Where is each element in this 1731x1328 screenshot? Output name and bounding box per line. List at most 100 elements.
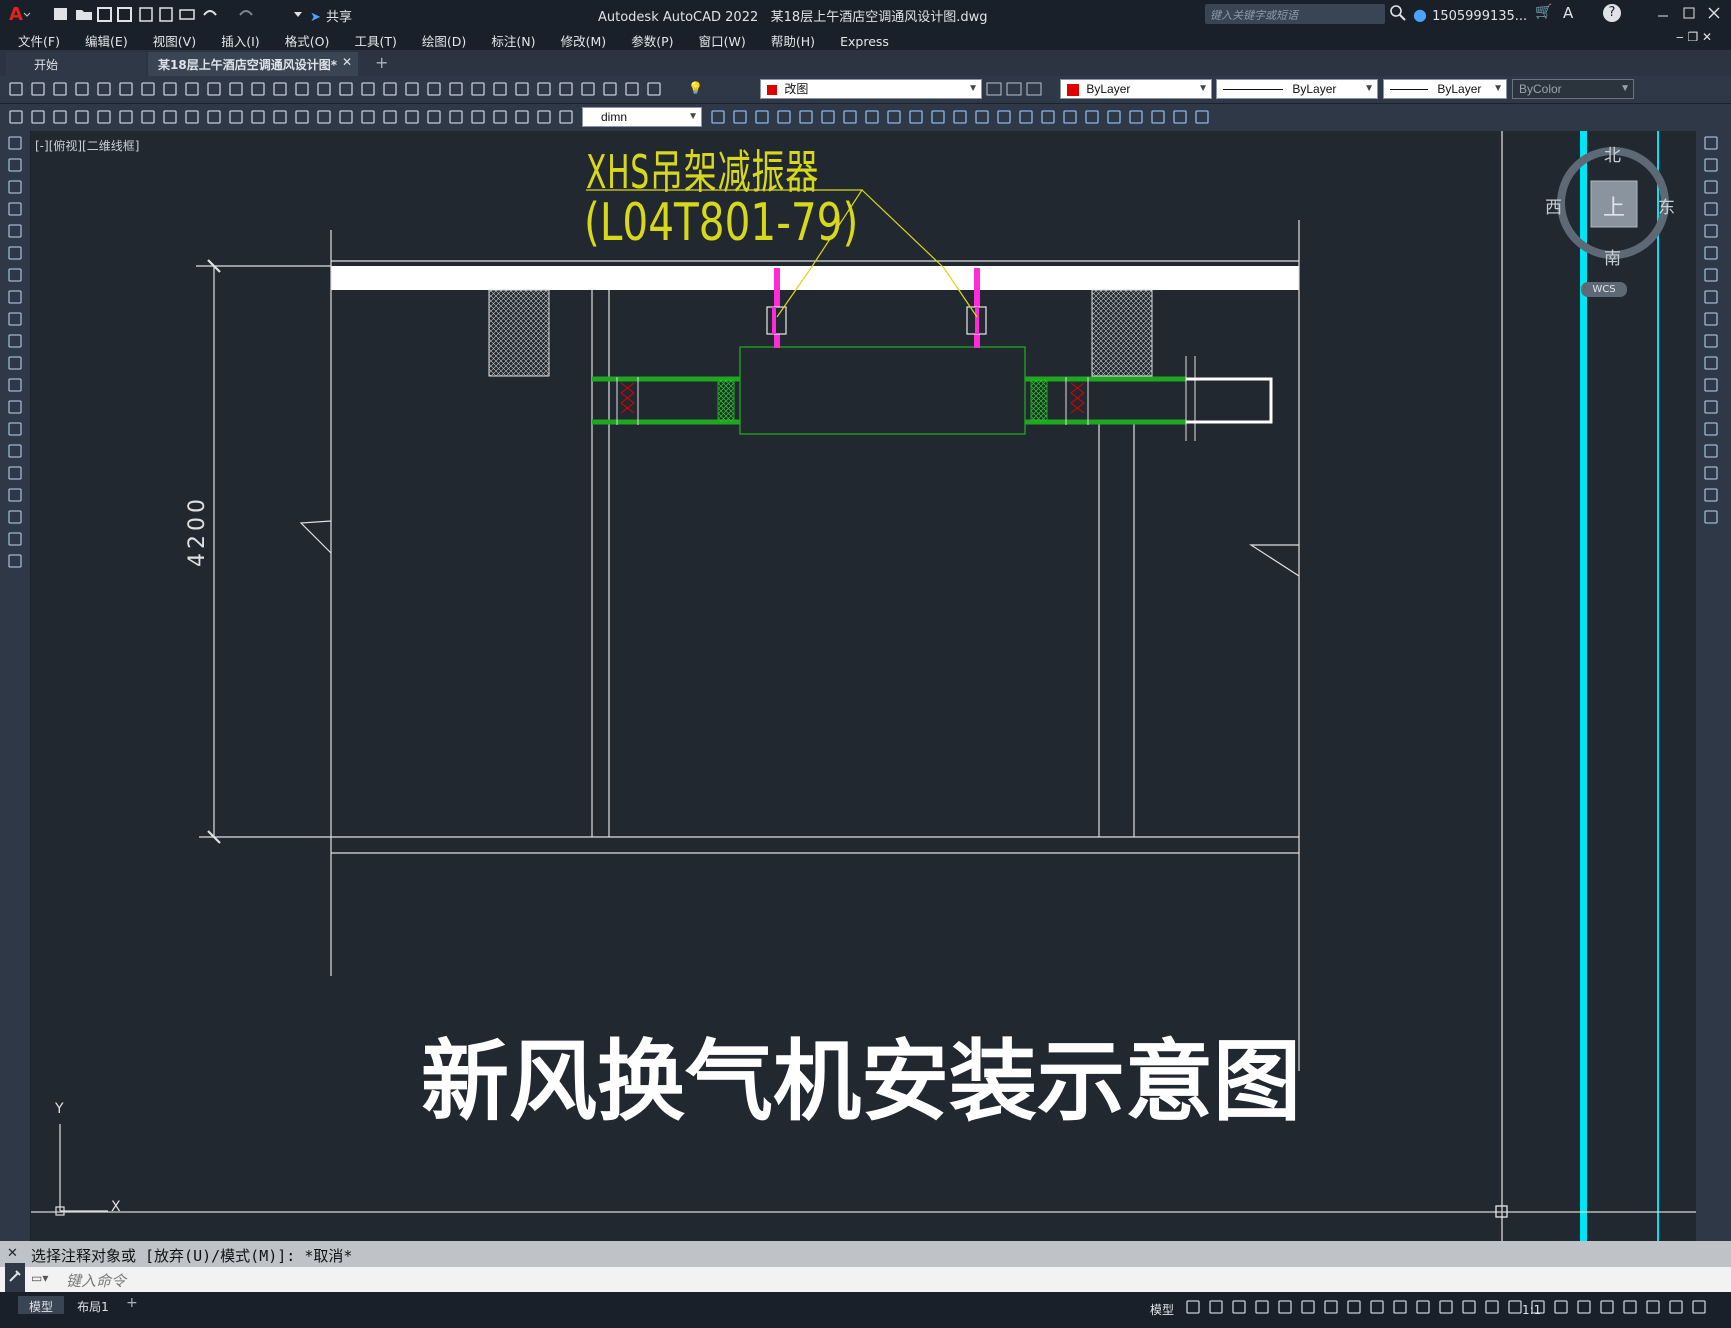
status-bar: 模型 布局1 + 模型 1:1 (0, 1292, 1731, 1328)
layout-tab-layout1[interactable]: 布局1 (70, 1296, 116, 1314)
add-layout-button[interactable]: + (126, 1295, 138, 1311)
share-icon: ➤ (310, 10, 321, 25)
modify-toolbar-icons[interactable] (710, 108, 1220, 128)
tool-icon (295, 110, 309, 124)
tool-icon (97, 110, 111, 124)
command-line[interactable]: ▭▾ 键入命令 (0, 1263, 1731, 1292)
autocad-logo[interactable]: A (7, 3, 33, 25)
viewcube[interactable]: 上 北 南 西 东 WCS (1541, 141, 1675, 301)
tool-icon (8, 488, 22, 502)
menu-help[interactable]: 帮助(H) (771, 31, 815, 50)
menu-draw[interactable]: 绘图(D) (422, 31, 466, 50)
menu-window[interactable]: 窗口(W) (699, 31, 746, 50)
tool-icon (8, 136, 22, 150)
plotstyle-dropdown[interactable]: ByColor ▼ (1512, 79, 1634, 99)
search-input[interactable]: 键入关键字或短语 (1210, 7, 1298, 23)
menu-tools[interactable]: 工具(T) (354, 31, 396, 50)
wcs-menu[interactable]: WCS (1581, 282, 1627, 297)
cart-icon[interactable]: 🛒 (1535, 4, 1552, 20)
tool-icon (449, 82, 463, 96)
command-prompt-icon[interactable]: ▭▾ (31, 1271, 48, 1285)
drawing-canvas[interactable]: [-][俯视][二维线框] XHS吊架减振器 (L04T801-79) 4200… (31, 131, 1696, 1241)
layer-dropdown[interactable]: 改图 ▼ (760, 79, 982, 99)
command-input[interactable]: 键入命令 (66, 1270, 126, 1291)
viewcube-north[interactable]: 北 (1604, 141, 1621, 166)
tab-drawing[interactable]: 某18层上午酒店空调通风设计图* ✕ (148, 52, 358, 76)
plot-icon (179, 9, 195, 20)
tab-start[interactable]: 开始 (6, 52, 146, 76)
lineweight-dropdown[interactable]: ByLayer ▼ (1383, 79, 1507, 99)
tool-icon (1041, 110, 1055, 124)
viewcube-east[interactable]: 东 (1658, 193, 1675, 218)
dimension-toolbar-icons[interactable] (8, 108, 578, 128)
user-icon: ● (1413, 5, 1427, 24)
menu-modify[interactable]: 修改(M) (561, 31, 607, 50)
standard-toolbar-icons[interactable] (8, 80, 668, 100)
menu-dimension[interactable]: 标注(N) (491, 31, 535, 50)
command-close-icon[interactable]: ✕ (7, 1246, 18, 1261)
tool-icon (339, 110, 353, 124)
maximize-button[interactable] (1681, 4, 1697, 22)
tool-icon (493, 110, 507, 124)
status-toggles[interactable] (1185, 1298, 1725, 1320)
search-box[interactable]: 键入关键字或短语 (1205, 4, 1385, 24)
tool-icon (1554, 1300, 1568, 1314)
tool-icon (141, 110, 155, 124)
tool-icon (537, 110, 551, 124)
menu-parametric[interactable]: 参数(P) (631, 31, 673, 50)
tool-icon (383, 82, 397, 96)
dimension-text[interactable]: 4200 (185, 495, 210, 567)
tool-icon (1704, 158, 1718, 172)
linetype-preview (1223, 89, 1283, 91)
tool-icon (8, 180, 22, 194)
color-dropdown[interactable]: ByLayer ▼ (1060, 79, 1212, 99)
menu-format[interactable]: 格式(O) (285, 31, 330, 50)
viewcube-face[interactable]: 上 (1603, 190, 1625, 222)
command-settings-icon[interactable] (5, 1263, 25, 1292)
model-space-button[interactable]: 模型 (1150, 1299, 1174, 1318)
tool-icon (8, 246, 22, 260)
viewcube-south[interactable]: 南 (1604, 244, 1621, 269)
tab-close-icon[interactable]: ✕ (342, 55, 352, 69)
tool-icon (1085, 110, 1099, 124)
linetype-dropdown[interactable]: ByLayer ▼ (1216, 79, 1378, 99)
menu-edit[interactable]: 编辑(E) (85, 31, 128, 50)
ceiling-slab (331, 266, 1299, 290)
tool-icon (273, 82, 287, 96)
drawing-title[interactable]: 新风换气机安装示意图 (421, 1011, 1301, 1138)
help-button[interactable]: ? (1603, 4, 1621, 22)
close-button[interactable] (1706, 4, 1722, 22)
file-tab-bar: 开始 某18层上午酒店空调通风设计图* ✕ + (0, 50, 1731, 76)
menu-express[interactable]: Express (840, 34, 889, 49)
tool-icon (1704, 378, 1718, 392)
tool-icon (1704, 136, 1718, 150)
new-tab-button[interactable]: + (375, 53, 388, 72)
minimize-button[interactable] (1655, 4, 1671, 22)
menu-view[interactable]: 视图(V) (153, 31, 196, 50)
annotation-scale[interactable]: 1:1 (1522, 1299, 1541, 1318)
tool-icon (317, 82, 331, 96)
tool-icon (8, 532, 22, 546)
menu-file[interactable]: 文件(F) (18, 31, 60, 50)
tool-icon (1669, 1300, 1683, 1314)
label-damper-code[interactable]: (L04T801-79) (584, 193, 858, 253)
dimstyle-dropdown[interactable]: dimn ▼ (582, 107, 702, 127)
share-button[interactable]: ➤ 共享 (310, 6, 352, 25)
layer-light-icon[interactable]: 💡 (688, 81, 703, 95)
user-account[interactable]: ● 1505999135... (1413, 5, 1527, 24)
tool-icon (1704, 290, 1718, 304)
viewcube-west[interactable]: 西 (1545, 193, 1562, 218)
modify-tool-icons[interactable] (1696, 131, 1731, 551)
tool-icon (559, 82, 573, 96)
tool-icon (75, 110, 89, 124)
tool-icon (8, 466, 22, 480)
tool-icon (1704, 312, 1718, 326)
search-icon[interactable] (1390, 5, 1406, 21)
autodesk-app-icon[interactable]: A (1563, 4, 1573, 22)
layout-tab-model[interactable]: 模型 (18, 1296, 64, 1314)
tool-icon (953, 110, 967, 124)
draw-tool-icons[interactable] (0, 131, 30, 591)
menu-insert[interactable]: 插入(I) (221, 31, 259, 50)
doc-window-controls[interactable]: ‒ ❐ ✕ (1676, 30, 1712, 44)
layer-tools[interactable] (985, 81, 1049, 97)
